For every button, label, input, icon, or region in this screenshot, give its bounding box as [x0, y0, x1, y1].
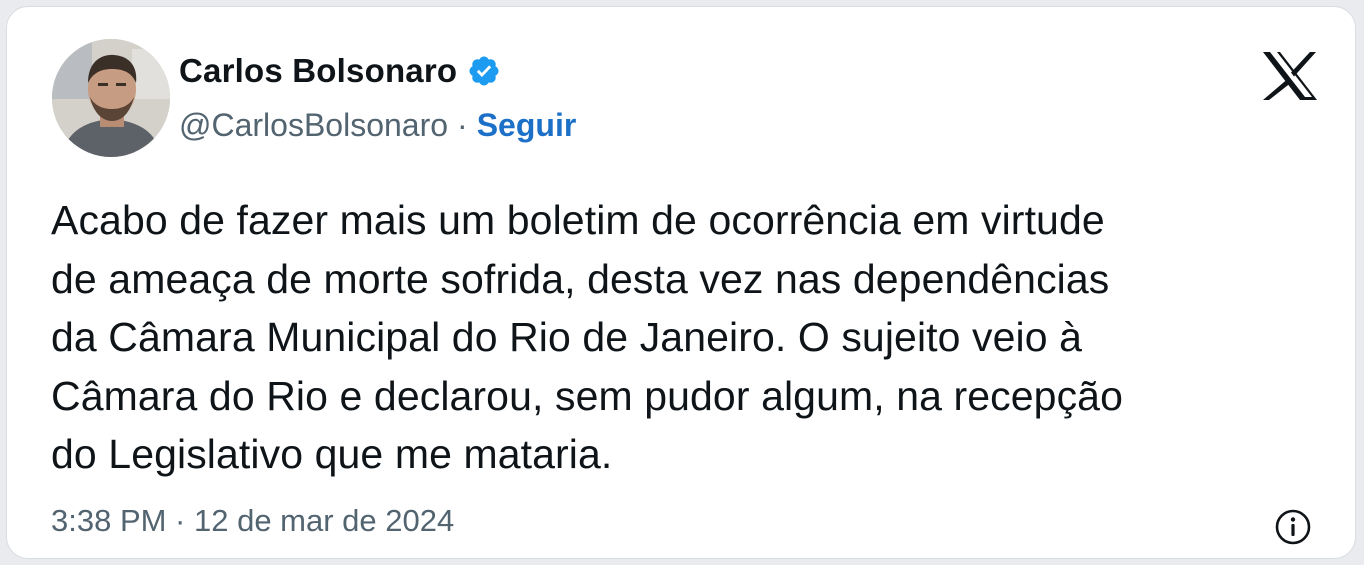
display-name[interactable]: Carlos Bolsonaro — [179, 52, 457, 90]
timestamp[interactable]: 3:38 PM · 12 de mar de 2024 — [51, 503, 454, 539]
avatar-photo — [52, 39, 170, 157]
verified-badge-icon — [467, 54, 501, 88]
name-row: Carlos Bolsonaro — [179, 49, 576, 93]
x-logo-icon[interactable] — [1261, 51, 1319, 101]
tweet-card: Carlos Bolsonaro @CarlosBolsonaro · Segu… — [6, 6, 1356, 559]
handle-row: @CarlosBolsonaro · Seguir — [179, 101, 576, 149]
info-icon[interactable] — [1273, 507, 1313, 547]
avatar[interactable] — [52, 39, 170, 157]
separator: · — [457, 106, 468, 143]
author-header: Carlos Bolsonaro @CarlosBolsonaro · Segu… — [179, 49, 576, 149]
follow-button[interactable]: Seguir — [477, 107, 577, 144]
handle[interactable]: @CarlosBolsonaro — [179, 107, 448, 144]
tweet-text: Acabo de fazer mais um boletim de ocorrê… — [51, 197, 1123, 477]
